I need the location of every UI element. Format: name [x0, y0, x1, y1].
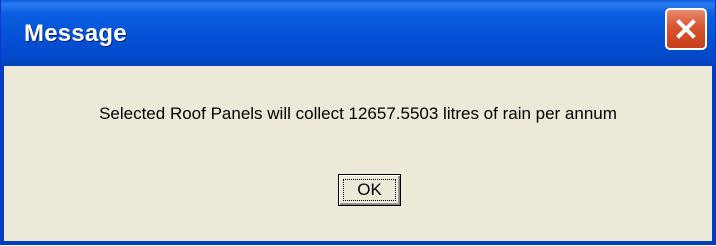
close-icon [676, 19, 696, 39]
title-bar[interactable]: Message [1, 0, 715, 66]
ok-button-label: OK [357, 180, 382, 199]
close-button[interactable] [665, 8, 707, 50]
ok-button[interactable]: OK [338, 174, 401, 206]
dialog-title: Message [24, 20, 127, 47]
message-dialog: Message Selected Roof Panels will collec… [0, 0, 716, 245]
message-text: Selected Roof Panels will collect 12657.… [99, 104, 617, 123]
dialog-body: Selected Roof Panels will collect 12657.… [1, 66, 715, 244]
